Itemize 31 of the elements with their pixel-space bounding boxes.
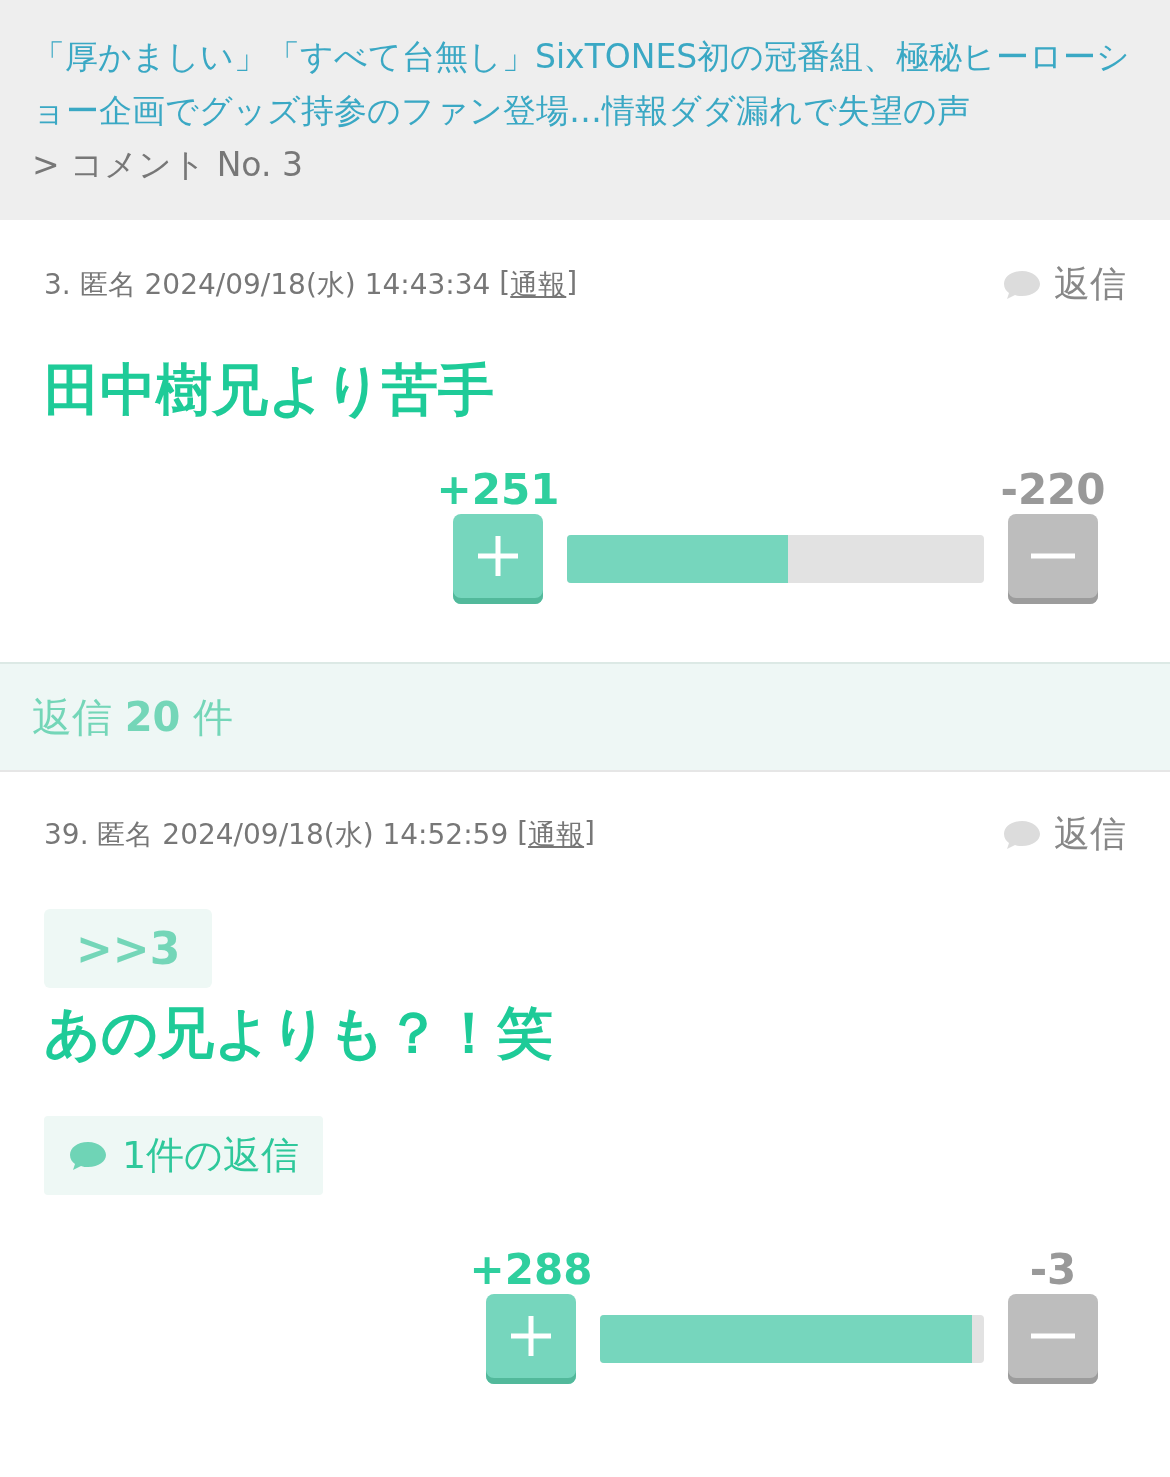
breadcrumb: > コメント No. 3 xyxy=(32,144,304,186)
speech-bubble-icon xyxy=(68,1139,108,1172)
bracket: [ xyxy=(499,265,511,301)
report-link[interactable]: 通報 xyxy=(510,265,567,304)
report-link[interactable]: 通報 xyxy=(528,815,585,854)
comment-meta: 39. 匿名 2024/09/18(水) 14:52:59 xyxy=(44,816,510,853)
bracket: ] xyxy=(566,265,578,301)
article-title-link[interactable]: 「厚かましい」「すべて台無し」SixTONES初の冠番組、極秘ヒーローショー企画でグッズ持参のファン登場…情報ダダ漏れで失望の声 xyxy=(32,30,1138,138)
plus-icon xyxy=(509,1314,553,1358)
plus-count: +251 xyxy=(436,465,560,514)
minus-count: -3 xyxy=(1029,1245,1077,1294)
minus-count: -220 xyxy=(1000,465,1106,514)
speech-bubble-icon xyxy=(1002,818,1042,851)
plus-count: +288 xyxy=(469,1245,593,1294)
replies-button[interactable]: 1件の返信 xyxy=(44,1116,324,1195)
comment-text: 田中樹兄より苦手 xyxy=(44,356,495,424)
comment-text: あの兄よりも？！笑 xyxy=(44,999,554,1067)
minus-button[interactable] xyxy=(1008,1294,1098,1384)
minus-icon xyxy=(1031,1333,1075,1339)
plus-button[interactable] xyxy=(453,514,543,604)
reply-button[interactable]: 返信 xyxy=(1002,810,1126,859)
plus-button[interactable] xyxy=(486,1294,576,1384)
minus-icon xyxy=(1031,553,1075,559)
speech-bubble-icon xyxy=(1002,268,1042,301)
reply-button[interactable]: 返信 xyxy=(1002,260,1126,309)
plus-icon xyxy=(476,534,520,578)
bracket: [ xyxy=(517,815,529,851)
comment-meta: 3. 匿名 2024/09/18(水) 14:43:34 xyxy=(44,266,492,303)
reply-count-text: 返信 20 件 xyxy=(32,692,234,742)
minus-button[interactable] xyxy=(1008,514,1098,604)
bracket: ] xyxy=(584,815,595,851)
